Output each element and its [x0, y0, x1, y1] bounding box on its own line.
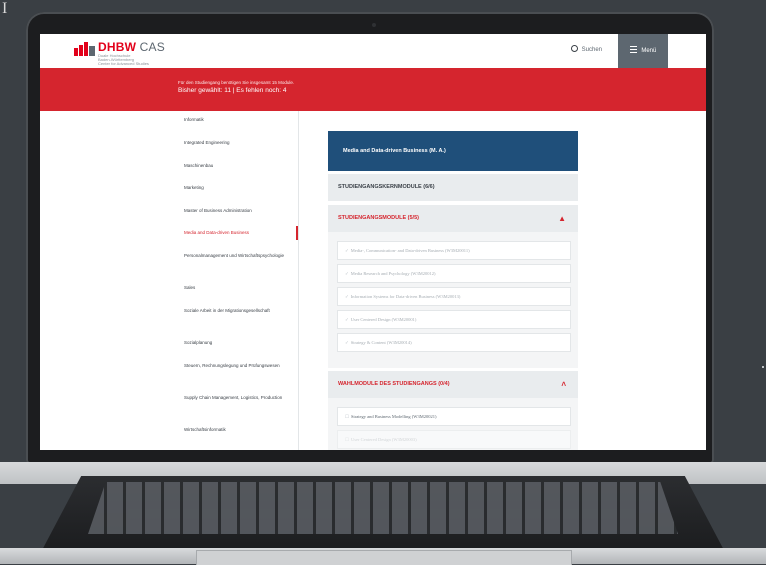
module-item[interactable]: ☐ Strategy and Business Modelling (W3M200…	[337, 407, 571, 426]
sidebar-item-steuern[interactable]: Steuern, Rechnungslegung und Prüfungswes…	[184, 363, 294, 369]
module-item[interactable]: ✓ Information Systems for Data-driven Bus…	[337, 287, 571, 306]
program-title: Media and Data-driven Business (M. A.)	[328, 131, 578, 171]
sidebar-item-mba[interactable]: Master of Business Administration	[184, 208, 294, 214]
hamburger-icon	[629, 46, 637, 53]
logo-mark-icon	[74, 42, 96, 56]
sidebar-item-soziale-arbeit[interactable]: Soziale Arbeit in der Migrationsgesellsc…	[184, 308, 294, 314]
sidebar-item-supply-chain[interactable]: Supply Chain Management, Logistics, Prod…	[184, 395, 294, 401]
banner-requirement: Für den Studiengang benötigen Sie insges…	[178, 80, 295, 85]
module-item[interactable]: ✓ Media Research and Psychology (W3M20012…	[337, 264, 571, 283]
sidebar-item-marketing[interactable]: Marketing	[184, 185, 294, 191]
sidebar-item-maschinenbau[interactable]: Maschinenbau	[184, 163, 294, 169]
accordion-studiengangsmodule[interactable]: STUDIENGANGSMODULE (5/5) ▲	[328, 205, 578, 232]
sidebar-active-indicator	[296, 226, 298, 240]
keyboard-keys	[88, 482, 678, 534]
accordion-kernmodule-label: STUDIENGANGSKERNMODULE (6/6)	[338, 184, 435, 190]
module-item[interactable]: ✓ User Centered Design (W3M20001)	[337, 310, 571, 329]
site-header: DHBW CAS Duale Hochschule Baden-Württemb…	[40, 34, 706, 68]
accordion-wahlmodule-label: WAHLMODULE DES STUDIENGANGS (0/4)	[338, 381, 450, 387]
trackpad	[196, 550, 572, 565]
logo-text: DHBW CAS	[98, 40, 165, 54]
check-icon: ✓	[345, 317, 349, 322]
check-icon: ✓	[345, 340, 349, 345]
selection-banner: Für den Studiengang benötigen Sie insges…	[40, 68, 706, 111]
chevron-up-icon: ˄	[561, 380, 566, 389]
program-sidebar: Informatik Integrated Engineering Maschi…	[176, 111, 299, 450]
check-icon: ✓	[345, 248, 349, 253]
logo-subtitle-line: Center for Advanced Studies	[98, 61, 149, 66]
sidebar-item-personalmanagement[interactable]: Personalmanagement und Wirtschaftspsycho…	[184, 253, 294, 259]
search-button[interactable]: Suchen	[571, 45, 602, 53]
check-icon: ✓	[345, 271, 349, 276]
laptop-base	[0, 462, 766, 565]
module-item[interactable]: ✓ Media-, Communication- and Data-driven …	[337, 241, 571, 260]
check-icon: ✓	[345, 294, 349, 299]
module-label: Media Research and Psychology (W3M20012)	[350, 271, 436, 276]
logo-subtitle: Duale Hochschule Baden-Württemberg Cente…	[98, 54, 149, 66]
search-icon	[571, 45, 578, 52]
menu-label: Menü	[641, 48, 657, 54]
banner-progress: Bisher gewählt: 11 | Es fehlen noch: 4	[178, 87, 287, 94]
sidebar-item-media-data-driven-business[interactable]: Media and Data-driven Business	[184, 230, 294, 236]
lock-icon: ▲	[558, 214, 566, 223]
checkbox-icon: ☐	[345, 414, 350, 419]
camera-dot	[372, 23, 376, 27]
module-item[interactable]: ☐ User Centered Design (W3M20003)	[337, 430, 571, 449]
search-label: Suchen	[581, 47, 603, 53]
accordion-wahlmodule[interactable]: WAHLMODULE DES STUDIENGANGS (0/4) ˄	[328, 371, 578, 398]
sidebar-item-wirtschaftsinformatik[interactable]: Wirtschaftsinformatik	[184, 427, 294, 433]
sidebar-item-integrated-engineering[interactable]: Integrated Engineering	[184, 140, 294, 146]
accordion-studiengangsmodule-label: STUDIENGANGSMODULE (5/5)	[338, 215, 419, 221]
wahlmodule-list: ☐ Strategy and Business Modelling (W3M200…	[328, 398, 578, 450]
module-label: Media-, Communication- and Data-driven B…	[350, 248, 470, 253]
module-label: User Centered Design (W3M20001)	[350, 317, 417, 322]
menu-button[interactable]: Menü	[618, 34, 668, 68]
module-label: Strategy and Business Modelling (W3M2002…	[351, 414, 437, 419]
sidebar-item-sales[interactable]: Sales	[184, 285, 294, 291]
logo-name: DHBW	[98, 40, 137, 54]
sidebar-item-informatik[interactable]: Informatik	[184, 117, 294, 123]
corner-mark: I	[2, 0, 8, 17]
module-item[interactable]: ✓ Strategy & Content (W3M20014)	[337, 333, 571, 352]
module-label: User Centered Design (W3M20003)	[351, 437, 417, 442]
studiengangsmodule-list: ✓ Media-, Communication- and Data-driven …	[328, 232, 578, 368]
browser-screen: DHBW CAS Duale Hochschule Baden-Württemb…	[40, 34, 706, 450]
logo-suffix: CAS	[139, 40, 165, 54]
module-label: Information Systems for Data-driven Busi…	[350, 294, 461, 299]
edge-mark	[762, 366, 764, 368]
module-label: Strategy & Content (W3M20014)	[350, 340, 412, 345]
checkbox-icon: ☐	[345, 437, 350, 442]
accordion-kernmodule[interactable]: STUDIENGANGSKERNMODULE (6/6)	[328, 174, 578, 201]
sidebar-item-sozialplanung[interactable]: Sozialplanung	[184, 340, 294, 346]
